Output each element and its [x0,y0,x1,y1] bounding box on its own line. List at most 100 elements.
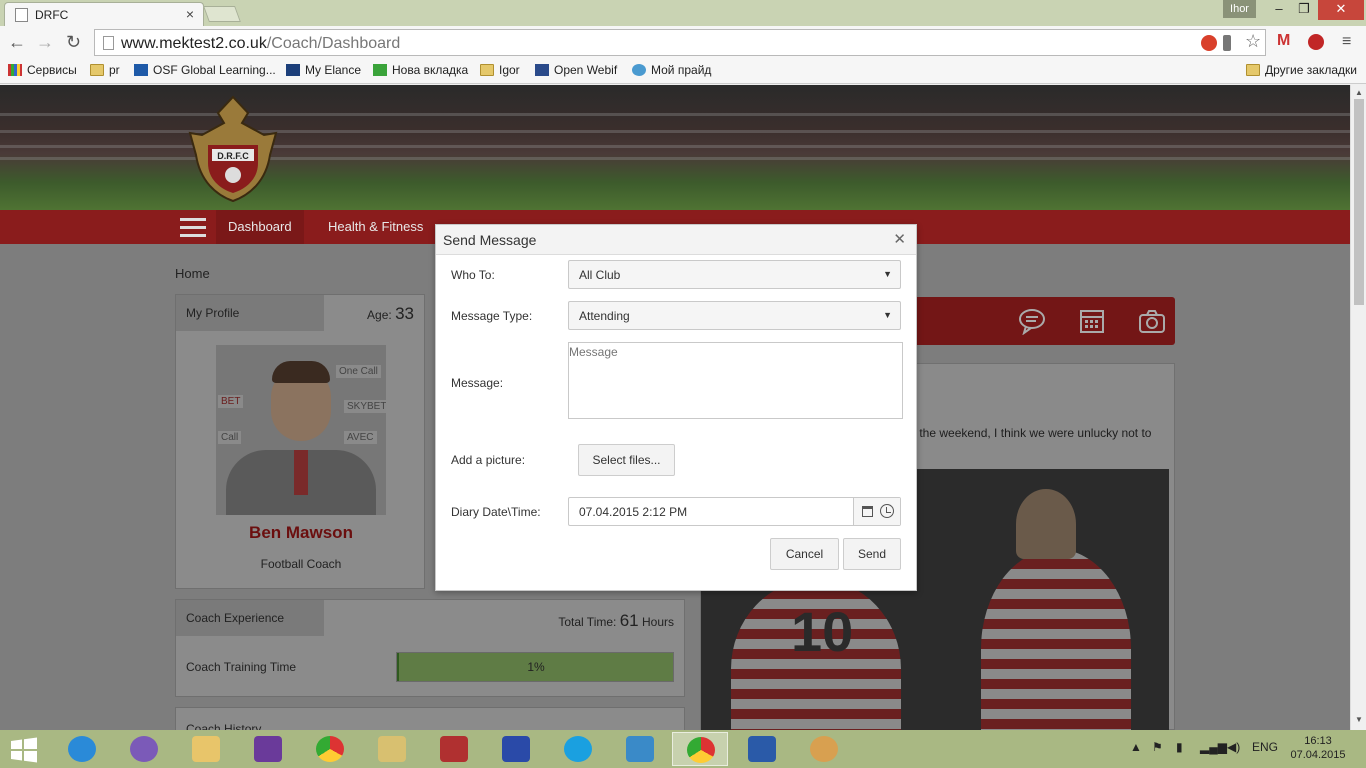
taskbar-tools[interactable] [364,732,420,766]
diary-datetime-value: 07.04.2015 2:12 PM [579,505,688,519]
chat-bubble-icon[interactable] [1018,307,1046,335]
scroll-up-icon[interactable]: ▲ [1355,88,1363,97]
datetime-buttons [853,498,900,525]
coach-role: Football Coach [260,557,342,571]
message-textarea[interactable] [568,342,903,419]
taskbar-paint[interactable] [796,732,852,766]
tab-close-icon[interactable]: × [186,6,194,22]
chevron-down-icon: ▼ [883,310,892,320]
address-bar[interactable]: www.mektest2.co.uk/Coach/Dashboard ☆ [94,29,1266,56]
bookmark-webif[interactable]: Open Webif [535,63,617,77]
dialog-close-icon[interactable]: ✕ [893,230,906,248]
taskbar-ie[interactable] [54,732,110,766]
tools-icon [378,736,406,762]
taskbar-skype[interactable] [550,732,606,766]
adblock-icon[interactable] [1308,34,1324,50]
page-icon [103,36,114,50]
elance-icon [286,64,300,76]
osf-icon [134,64,148,76]
chevron-down-icon: ▼ [883,269,892,279]
windows-start-icon[interactable] [10,737,38,763]
send-message-dialog: Send Message ✕ Who To: All Club ▼ Messag… [435,224,917,591]
taskbar-books[interactable] [426,732,482,766]
bookmark-other[interactable]: Другие закладки [1246,63,1357,77]
folder-icon [90,64,104,76]
dialog-header: Send Message ✕ [436,225,916,255]
extension-red-icon[interactable] [1201,35,1217,51]
forward-arrow-icon[interactable]: → [36,32,54,53]
bookmark-newtab[interactable]: Нова вкладка [373,63,468,77]
calendar-icon[interactable] [862,506,873,517]
browser-tab[interactable]: DRFC × [4,2,204,26]
send-button[interactable]: Send [843,538,901,570]
taskbar-explorer[interactable] [178,732,234,766]
chrome-icon [687,737,715,763]
chrome-menu-icon[interactable]: ≡ [1342,33,1351,51]
taskbar-save[interactable] [488,732,544,766]
taskbar-chrome-active[interactable] [672,732,728,766]
file-explorer-icon [192,736,220,762]
flag-icon[interactable]: ⚑ [1152,740,1163,754]
profile-card-title: My Profile [186,306,240,320]
reload-icon[interactable]: ↻ [66,32,81,53]
hamburger-menu-icon[interactable] [180,218,206,242]
network-icon[interactable]: ▂▄▆ [1200,740,1227,754]
key-icon[interactable] [1223,35,1231,51]
webif-icon [535,64,549,76]
player-head [1016,489,1076,559]
language-indicator[interactable]: ENG [1252,740,1278,754]
gmail-icon[interactable]: M [1277,32,1290,50]
profile-badge[interactable]: Ihor [1223,0,1256,18]
sponsor-sign: SKYBET [344,400,386,413]
calendar-icon[interactable] [1078,307,1106,335]
bookmark-pride[interactable]: Мой прайд [632,63,711,77]
tray-expand-icon[interactable]: ▲ [1130,740,1142,754]
tab-title: DRFC [35,8,69,22]
breadcrumb[interactable]: Home [175,266,210,281]
taskbar-chrome[interactable] [302,732,358,766]
message-type-label: Message Type: [451,309,533,323]
drfc-crest-logo[interactable]: D.R.F.C [178,93,288,203]
floppy-icon [502,736,530,762]
sponsor-sign: BET [218,395,244,408]
back-arrow-icon[interactable]: ← [8,32,26,53]
clock-icon[interactable] [880,504,894,518]
viber-icon [130,736,158,762]
system-clock[interactable]: 16:13 07.04.2015 [1289,734,1347,762]
cancel-button[interactable]: Cancel [770,538,839,570]
battery-icon[interactable]: ▮ [1176,740,1183,754]
training-time-label: Coach Training Time [186,660,297,674]
coach-photo: BET Call One Call SKYBET AVEC [216,345,386,515]
url-text: www.mektest2.co.uk/Coach/Dashboard [121,35,401,52]
page-scrollbar[interactable]: ▲ ▼ [1350,85,1366,730]
taskbar-visual-studio[interactable] [240,732,296,766]
scroll-down-icon[interactable]: ▼ [1355,715,1363,724]
diary-datetime-picker[interactable]: 07.04.2015 2:12 PM [568,497,901,526]
restore-icon[interactable]: ❐ [1291,0,1317,20]
scroll-thumb[interactable] [1354,99,1364,305]
bookmarks-bar: Сервисы pr OSF Global Learning... My Ela… [0,59,1366,84]
select-files-button[interactable]: Select files... [578,444,675,476]
new-tab-button[interactable] [203,6,241,22]
window-close-icon[interactable]: ✕ [1318,0,1364,20]
taskbar-viber[interactable] [116,732,172,766]
nav-dashboard[interactable]: Dashboard [216,210,304,244]
bookmark-apps[interactable]: Сервисы [8,63,77,77]
skype-icon [564,736,592,762]
apps-grid-icon [8,64,22,76]
browser-toolbar: ← → ↻ www.mektest2.co.uk/Coach/Dashboard… [0,26,1366,59]
bookmark-pr[interactable]: pr [90,63,120,77]
bookmark-osf[interactable]: OSF Global Learning... [134,63,276,77]
clock-time: 16:13 [1304,735,1332,747]
nav-health-fitness[interactable]: Health & Fitness [316,210,435,244]
bookmark-star-icon[interactable]: ☆ [1245,31,1261,52]
camera-icon[interactable] [1138,307,1166,335]
who-to-select[interactable]: All Club ▼ [568,260,901,289]
taskbar-jetbrains[interactable] [612,732,668,766]
bookmark-elance[interactable]: My Elance [286,63,361,77]
minimize-icon[interactable]: – [1266,0,1292,20]
bookmark-igor[interactable]: Igor [480,63,520,77]
volume-icon[interactable]: ◀) [1227,740,1240,754]
message-type-select[interactable]: Attending ▼ [568,301,901,330]
taskbar-word[interactable] [734,732,790,766]
